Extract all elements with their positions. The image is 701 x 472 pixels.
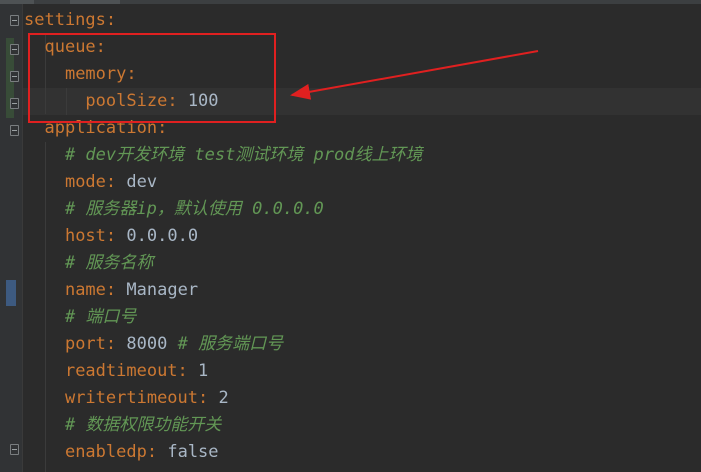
yaml-key: mode [64, 172, 106, 192]
yaml-colon: : [105, 226, 117, 246]
separator [188, 361, 198, 381]
separator [116, 226, 126, 246]
yaml-key: name [64, 280, 106, 300]
code-line[interactable]: # dev开发环境 test测试环境 prod线上环境 [24, 142, 423, 169]
code-editor[interactable]: settings: queue: memory: poolSize: 100 a… [0, 0, 701, 472]
separator [208, 388, 218, 408]
yaml-comment: # 服务器ip，默认使用 0.0.0.0 [64, 199, 324, 219]
fold-icon[interactable] [10, 71, 19, 82]
yaml-key: writertimeout [64, 388, 199, 408]
yaml-comment: # 服务名称 [64, 253, 154, 273]
yaml-colon: : [105, 334, 117, 354]
yaml-value: false [167, 442, 219, 462]
fold-icon[interactable] [10, 15, 19, 26]
yaml-colon: : [105, 280, 117, 300]
yaml-value: 2 [218, 388, 229, 408]
fold-icon[interactable] [10, 98, 19, 109]
code-line[interactable]: port: 8000 # 服务端口号 [24, 331, 283, 358]
yaml-colon: : [198, 388, 209, 408]
highlight-box [28, 33, 276, 123]
code-line[interactable]: # 数据权限功能开关 [24, 412, 221, 439]
yaml-comment: # dev开发环境 test测试环境 prod线上环境 [64, 145, 423, 165]
separator [116, 280, 126, 300]
yaml-comment: # 端口号 [64, 307, 137, 327]
yaml-comment: # 数据权限功能开关 [64, 415, 222, 435]
separator [116, 172, 126, 192]
bookmark-marker[interactable] [6, 280, 16, 306]
yaml-colon: : [146, 442, 158, 462]
editor-gutter [0, 4, 23, 472]
code-line[interactable]: # 服务名称 [24, 250, 153, 277]
yaml-key: port [64, 334, 106, 354]
code-line[interactable]: host: 0.0.0.0 [24, 223, 198, 250]
yaml-value: 8000 [126, 334, 178, 354]
yaml-key: enabledp [64, 442, 147, 462]
separator [157, 442, 167, 462]
tab[interactable] [70, 0, 120, 4]
code-line[interactable]: enabledp: false [24, 439, 219, 466]
code-line[interactable]: readtimeout: 1 [24, 358, 208, 385]
yaml-key: host [64, 226, 106, 246]
yaml-key: readtimeout [64, 361, 178, 381]
fold-icon[interactable] [10, 44, 19, 55]
tab-strip [0, 0, 701, 4]
fold-icon[interactable] [10, 444, 19, 455]
code-line[interactable]: name: Manager [24, 277, 198, 304]
yaml-comment: # 服务端口号 [177, 334, 284, 354]
code-line[interactable]: # 端口号 [24, 304, 136, 331]
code-line[interactable]: writertimeout: 2 [24, 385, 229, 412]
code-line[interactable]: mode: dev [24, 169, 157, 196]
yaml-value: dev [126, 172, 158, 192]
yaml-colon: : [105, 172, 117, 192]
fold-icon[interactable] [10, 125, 19, 136]
yaml-value: Manager [126, 280, 199, 300]
yaml-key: settings [24, 10, 106, 30]
yaml-value: 1 [198, 361, 209, 381]
code-line[interactable]: # 服务器ip，默认使用 0.0.0.0 [24, 196, 324, 223]
code-line[interactable]: settings: [24, 7, 116, 34]
yaml-value: 0.0.0.0 [126, 226, 199, 246]
separator [116, 334, 126, 354]
yaml-colon: : [105, 10, 117, 30]
yaml-colon: : [177, 361, 188, 381]
